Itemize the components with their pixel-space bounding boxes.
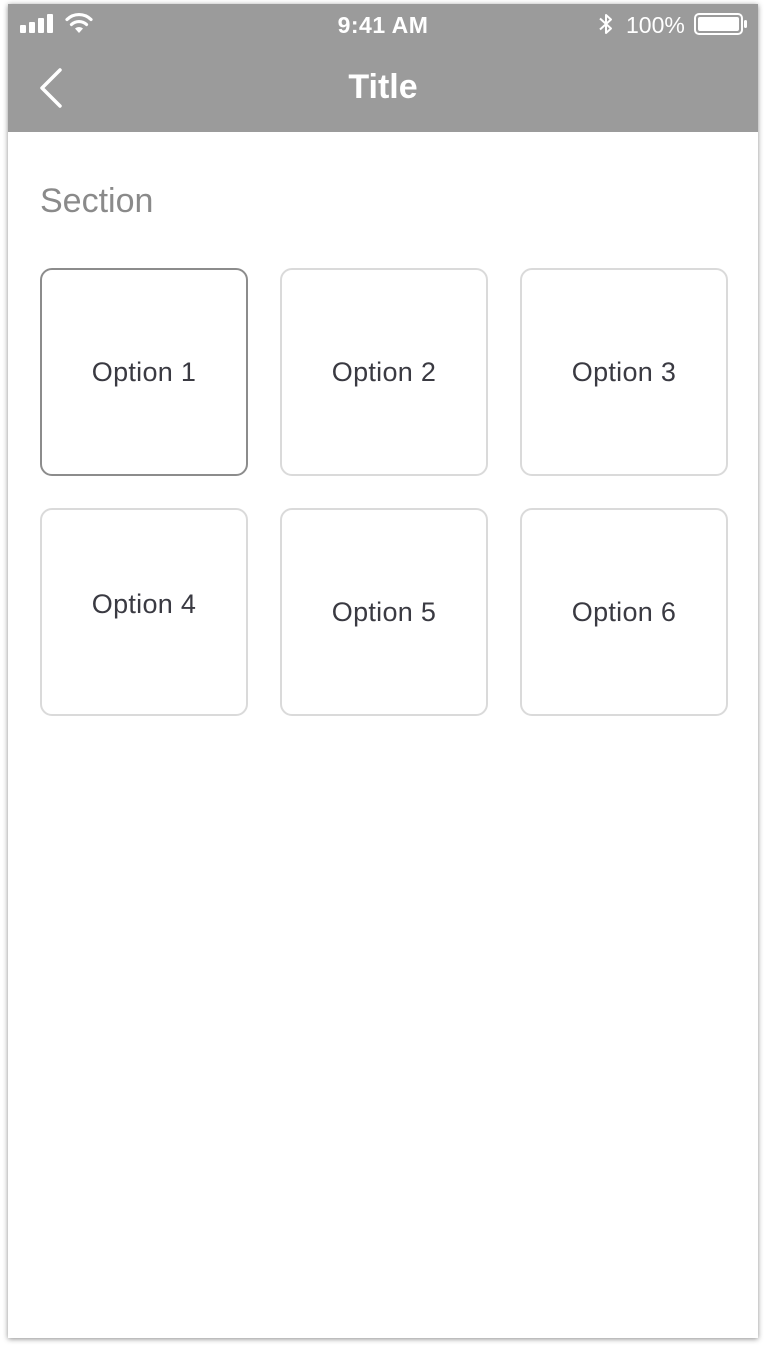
section-title: Section — [40, 182, 154, 220]
battery-icon — [694, 13, 747, 35]
option-label: Option 1 — [91, 356, 197, 387]
option-2[interactable]: Option 2 — [280, 268, 488, 476]
option-label: Option 5 — [331, 596, 437, 627]
option-label: Option 3 — [571, 356, 677, 387]
battery-fill — [698, 17, 739, 31]
option-3[interactable]: Option 3 — [520, 268, 728, 476]
option-label: Option 6 — [571, 596, 677, 627]
option-5[interactable]: Option 5 — [280, 508, 488, 716]
battery-percent: 100% — [626, 12, 685, 38]
option-6[interactable]: Option 6 — [520, 508, 728, 716]
options-grid: Option 1 Option 2 Option 3 Option 4 Opti… — [40, 268, 728, 716]
option-label: Option 2 — [331, 356, 437, 387]
bluetooth-icon — [599, 14, 612, 34]
page-title: Title — [348, 68, 418, 106]
status-bar: 9:41 AM 100% — [8, 4, 758, 44]
option-4[interactable]: Option 4 — [40, 508, 248, 716]
option-1[interactable]: Option 1 — [40, 268, 248, 476]
phone-screen: 9:41 AM 100% Title Section Option 1 Opti… — [8, 4, 758, 1338]
nav-bar: Title — [8, 44, 758, 132]
option-label: Option 4 — [91, 588, 197, 619]
top-bar: 9:41 AM 100% Title — [8, 4, 758, 132]
